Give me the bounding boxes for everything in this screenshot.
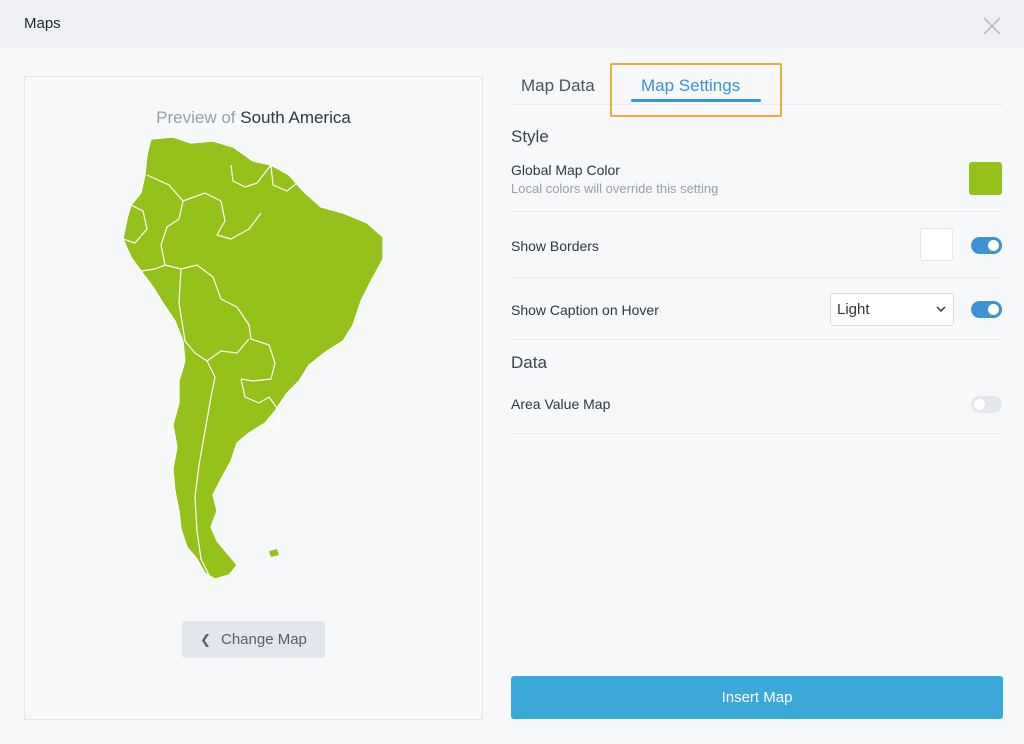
divider [511,339,1003,340]
preview-region-name: South America [240,108,351,127]
toggle-knob [988,304,999,315]
toggle-knob [974,399,985,410]
border-color-swatch[interactable] [920,228,953,261]
caption-theme-select[interactable]: Light [830,293,954,326]
dialog-title: Maps [24,15,61,32]
preview-prefix: Preview of [156,108,236,127]
area-value-map-label: Area Value Map [511,396,611,412]
show-caption-toggle[interactable] [971,301,1002,318]
divider [511,433,1003,434]
dialog-header: Maps [0,0,1024,48]
tab-map-settings[interactable]: Map Settings [641,76,740,96]
area-value-map-toggle[interactable] [971,396,1002,413]
close-button[interactable] [980,14,1004,38]
map-preview-panel: Preview of South America ❮ Change Map [24,76,483,720]
divider [511,277,1003,278]
map-countries [122,136,384,580]
global-map-color-label: Global Map Color [511,162,620,178]
chevron-left-icon: ❮ [200,631,211,647]
show-caption-label: Show Caption on Hover [511,302,659,318]
change-map-label: Change Map [221,631,307,648]
insert-map-button[interactable]: Insert Map [511,676,1003,719]
caption-theme-value: Light [837,301,870,318]
tab-map-data[interactable]: Map Data [521,76,595,96]
continent-shape [122,136,384,580]
change-map-button[interactable]: ❮ Change Map [182,621,325,658]
global-map-color-swatch[interactable] [969,162,1002,195]
island-falklands [269,549,279,557]
show-borders-label: Show Borders [511,238,599,254]
active-tab-indicator [631,99,761,102]
data-section-heading: Data [511,353,547,372]
toggle-knob [988,240,999,251]
divider [511,211,1003,212]
south-america-map [122,136,384,580]
global-map-color-hint: Local colors will override this setting [511,181,719,196]
preview-title: Preview of South America [25,108,482,128]
settings-tabs: Map Data Map Settings [511,62,1003,105]
chevron-down-icon [936,306,946,313]
close-icon [983,17,1001,35]
show-borders-toggle[interactable] [971,237,1002,254]
style-section-heading: Style [511,127,549,146]
